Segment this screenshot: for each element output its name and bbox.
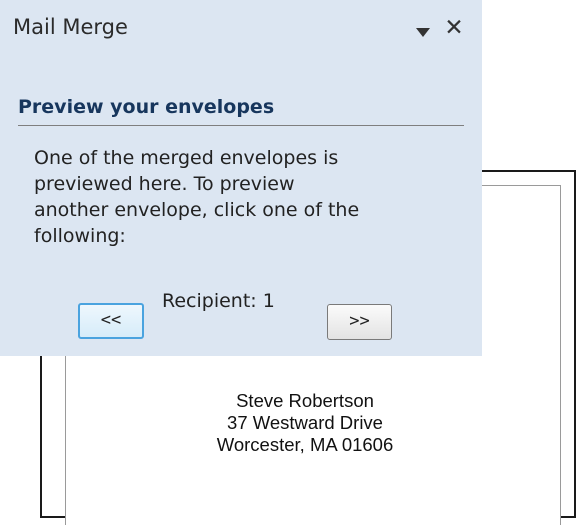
instructions-line: following: bbox=[34, 225, 126, 247]
address-line-city: Worcester, MA 01606 bbox=[216, 434, 394, 455]
section-heading: Preview your envelopes bbox=[18, 96, 275, 118]
instructions-line: One of the merged envelopes is bbox=[34, 147, 339, 169]
pane-title: Mail Merge bbox=[13, 15, 128, 39]
close-icon[interactable]: ✕ bbox=[443, 17, 465, 40]
previous-recipient-button[interactable]: << bbox=[78, 303, 144, 339]
address-line-street: 37 Westward Drive bbox=[227, 412, 383, 433]
recipient-address-block: Steve Robertson 37 Westward Drive Worces… bbox=[195, 390, 415, 456]
recipient-counter: Recipient: 1 bbox=[162, 290, 275, 312]
mail-merge-task-pane: Mail Merge ✕ Preview your envelopes One … bbox=[0, 0, 482, 356]
instructions-line: another envelope, click one of the bbox=[34, 199, 360, 221]
dropdown-triangle-icon[interactable] bbox=[416, 28, 430, 37]
section-divider bbox=[18, 125, 464, 126]
next-recipient-button[interactable]: >> bbox=[327, 304, 392, 340]
instructions-text: One of the merged envelopes is previewed… bbox=[34, 145, 454, 249]
instructions-line: previewed here. To preview bbox=[34, 173, 295, 195]
address-line-name: Steve Robertson bbox=[236, 390, 374, 411]
